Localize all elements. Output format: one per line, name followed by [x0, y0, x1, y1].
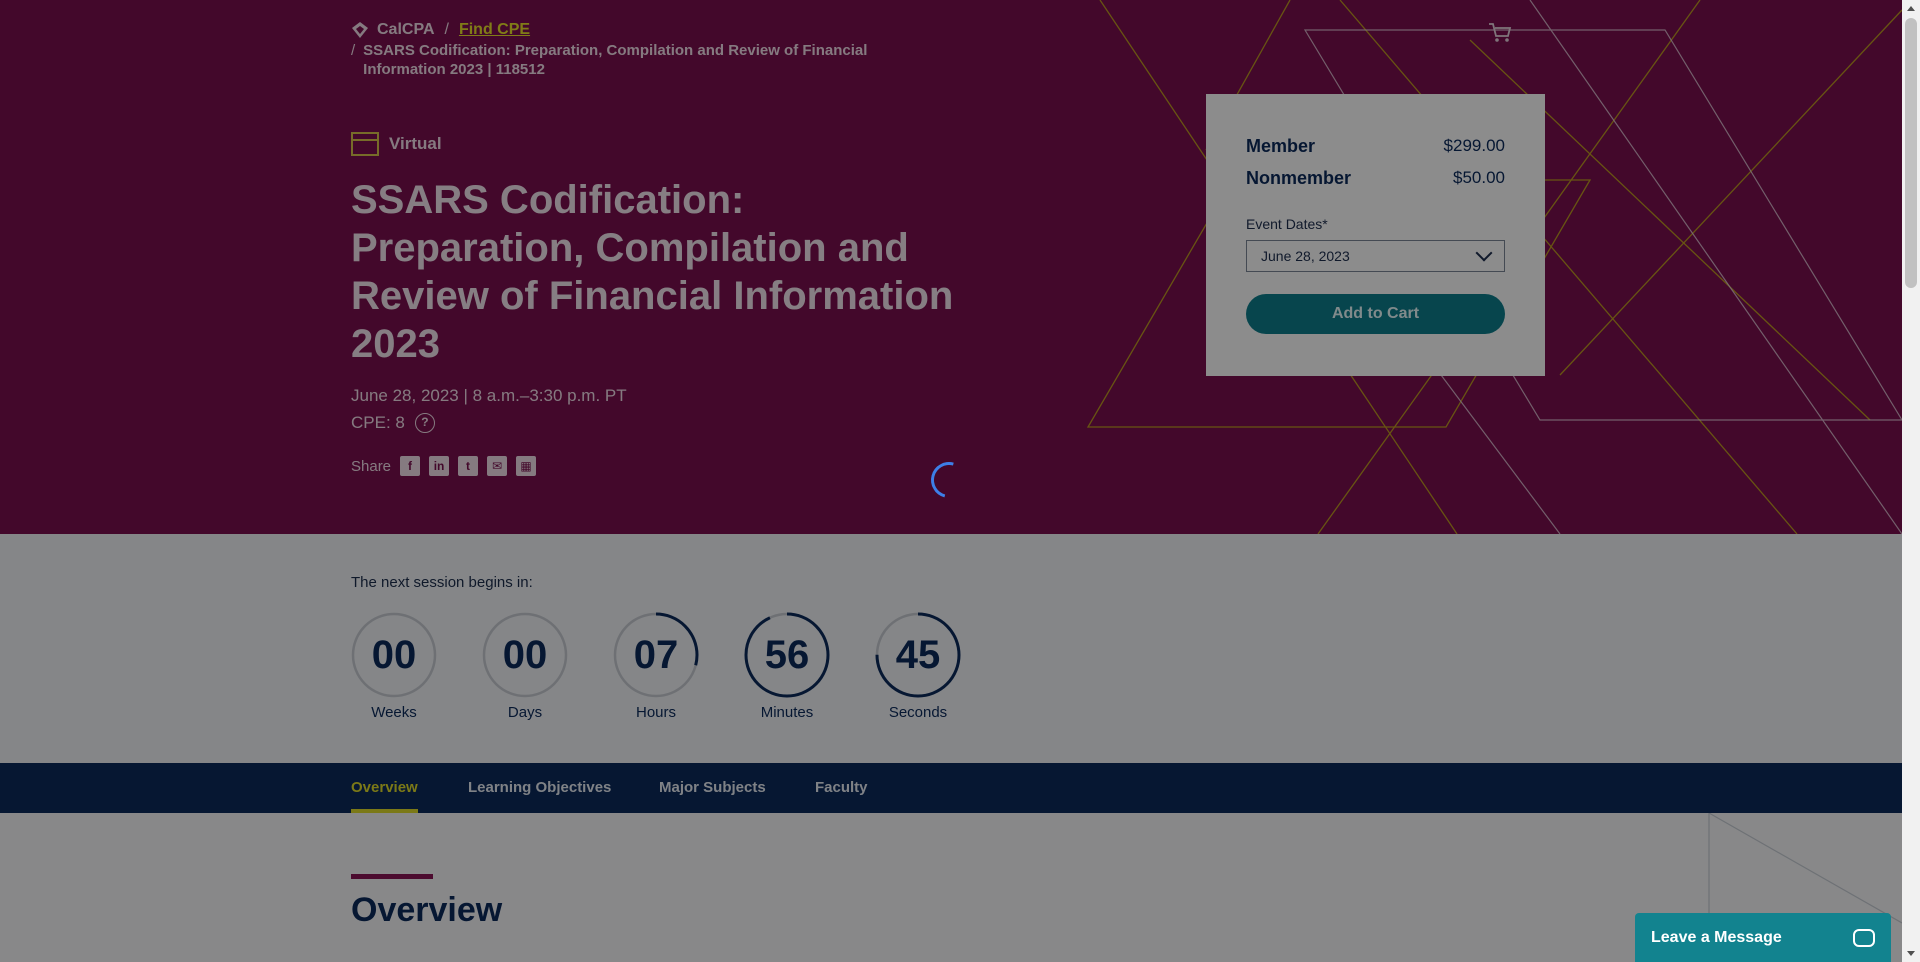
scroll-down-arrow-icon[interactable] [1902, 944, 1920, 962]
countdown-unit-name: Hours [635, 704, 676, 721]
section-tabs: Overview Learning Objectives Major Subje… [0, 763, 1902, 813]
deco-line-7 [1529, 0, 1902, 534]
breadcrumb-separator-2: / [351, 42, 356, 59]
linkedin-icon[interactable]: in [429, 456, 450, 476]
countdown-ring: 00 [351, 612, 437, 698]
event-format: Virtual [351, 132, 442, 156]
breadcrumb-home[interactable]: CalCPA [377, 20, 435, 39]
nonmember-price-row: Nonmember $50.00 [1246, 162, 1505, 194]
event-date-time: June 28, 2023 | 8 a.m.–3:30 p.m. PT [351, 386, 627, 405]
nonmember-price: $50.00 [1453, 168, 1505, 187]
countdown-ring: 00 [482, 612, 568, 698]
countdown-ring: 07 [613, 612, 699, 698]
format-label: Virtual [389, 134, 442, 153]
overview-heading: Overview [351, 891, 503, 929]
scroll-up-arrow-icon[interactable] [1902, 0, 1920, 18]
tab-overview[interactable]: Overview [351, 763, 418, 813]
breadcrumb-current: SSARS Codification: Preparation, Compila… [363, 42, 868, 78]
twitter-icon[interactable]: t [458, 456, 479, 476]
countdown-unit-name: Days [507, 704, 543, 721]
countdown-ring: 56 [744, 612, 830, 698]
tab-learning-objectives[interactable]: Learning Objectives [468, 763, 611, 813]
share-bar: Share f in t ✉ ▦ [351, 456, 537, 476]
event-date-selected: June 28, 2023 [1261, 248, 1350, 264]
countdown-unit-name: Minutes [760, 704, 814, 721]
countdown-value: 00 [371, 633, 417, 677]
tab-faculty[interactable]: Faculty [815, 763, 868, 813]
leave-message-button[interactable]: Leave a Message [1635, 913, 1891, 962]
deco-line-4 [1559, 9, 1902, 376]
share-label: Share [351, 457, 392, 475]
event-cpe-row: CPE: 8 ? [351, 409, 627, 436]
breadcrumb-separator: / [444, 21, 449, 38]
breadcrumb: CalCPA / Find CPE / SSARS Codification: … [351, 20, 911, 79]
countdown-value: 07 [633, 633, 679, 677]
countdown-days: 00 Days [482, 612, 568, 721]
event-cpe: CPE: 8 [351, 413, 405, 432]
breadcrumb-find-cpe-link[interactable]: Find CPE [459, 20, 530, 39]
countdown-units: 00 Weeks 00 Days 07 Hours 56 Minutes 45 … [351, 612, 961, 721]
scrollbar-thumb[interactable] [1905, 18, 1917, 288]
countdown-value: 56 [764, 633, 810, 677]
nonmember-label: Nonmember [1246, 167, 1352, 188]
event-date-select[interactable]: June 28, 2023 [1246, 240, 1505, 272]
overview-accent-bar [351, 874, 433, 879]
calcpa-logo-icon[interactable] [351, 21, 369, 39]
overview-section: Overview [0, 813, 1902, 962]
help-icon[interactable]: ? [414, 412, 435, 433]
event-dates-label: Event Dates* [1246, 216, 1328, 232]
countdown-unit-name: Weeks [371, 704, 417, 721]
session-countdown: The next session begins in: 00 Weeks 00 … [0, 534, 1902, 763]
event-meta: June 28, 2023 | 8 a.m.–3:30 p.m. PT CPE:… [351, 382, 627, 436]
tab-major-subjects[interactable]: Major Subjects [659, 763, 766, 813]
add-to-cart-button[interactable]: Add to Cart [1246, 294, 1505, 334]
chat-label: Leave a Message [1651, 928, 1782, 946]
chat-bubble-icon [1853, 928, 1875, 947]
countdown-minutes: 56 Minutes [744, 612, 830, 721]
countdown-seconds: 45 Seconds [875, 612, 961, 721]
virtual-screen-icon [351, 132, 379, 156]
countdown-unit-name: Seconds [888, 704, 948, 721]
countdown-label: The next session begins in: [351, 574, 533, 591]
page-scrollbar[interactable] [1902, 0, 1920, 962]
countdown-hours: 07 Hours [613, 612, 699, 721]
countdown-value: 45 [895, 633, 941, 677]
email-icon[interactable]: ✉ [487, 456, 508, 476]
cart-icon[interactable] [1488, 22, 1512, 44]
member-price: $299.00 [1443, 136, 1505, 155]
page: CalCPA / Find CPE / SSARS Codification: … [0, 0, 1902, 962]
countdown-ring: 45 [875, 612, 961, 698]
pricing-card: Member $299.00 Nonmember $50.00 Event Da… [1206, 94, 1545, 376]
calendar-icon[interactable]: ▦ [516, 456, 537, 476]
chevron-down-icon [1475, 244, 1493, 262]
member-label: Member [1246, 135, 1316, 156]
event-hero: CalCPA / Find CPE / SSARS Codification: … [0, 0, 1902, 534]
member-price-row: Member $299.00 [1246, 130, 1505, 162]
event-title: SSARS Codification: Preparation, Compila… [351, 178, 954, 366]
facebook-icon[interactable]: f [400, 456, 421, 476]
countdown-weeks: 00 Weeks [351, 612, 437, 721]
countdown-value: 00 [502, 633, 548, 677]
